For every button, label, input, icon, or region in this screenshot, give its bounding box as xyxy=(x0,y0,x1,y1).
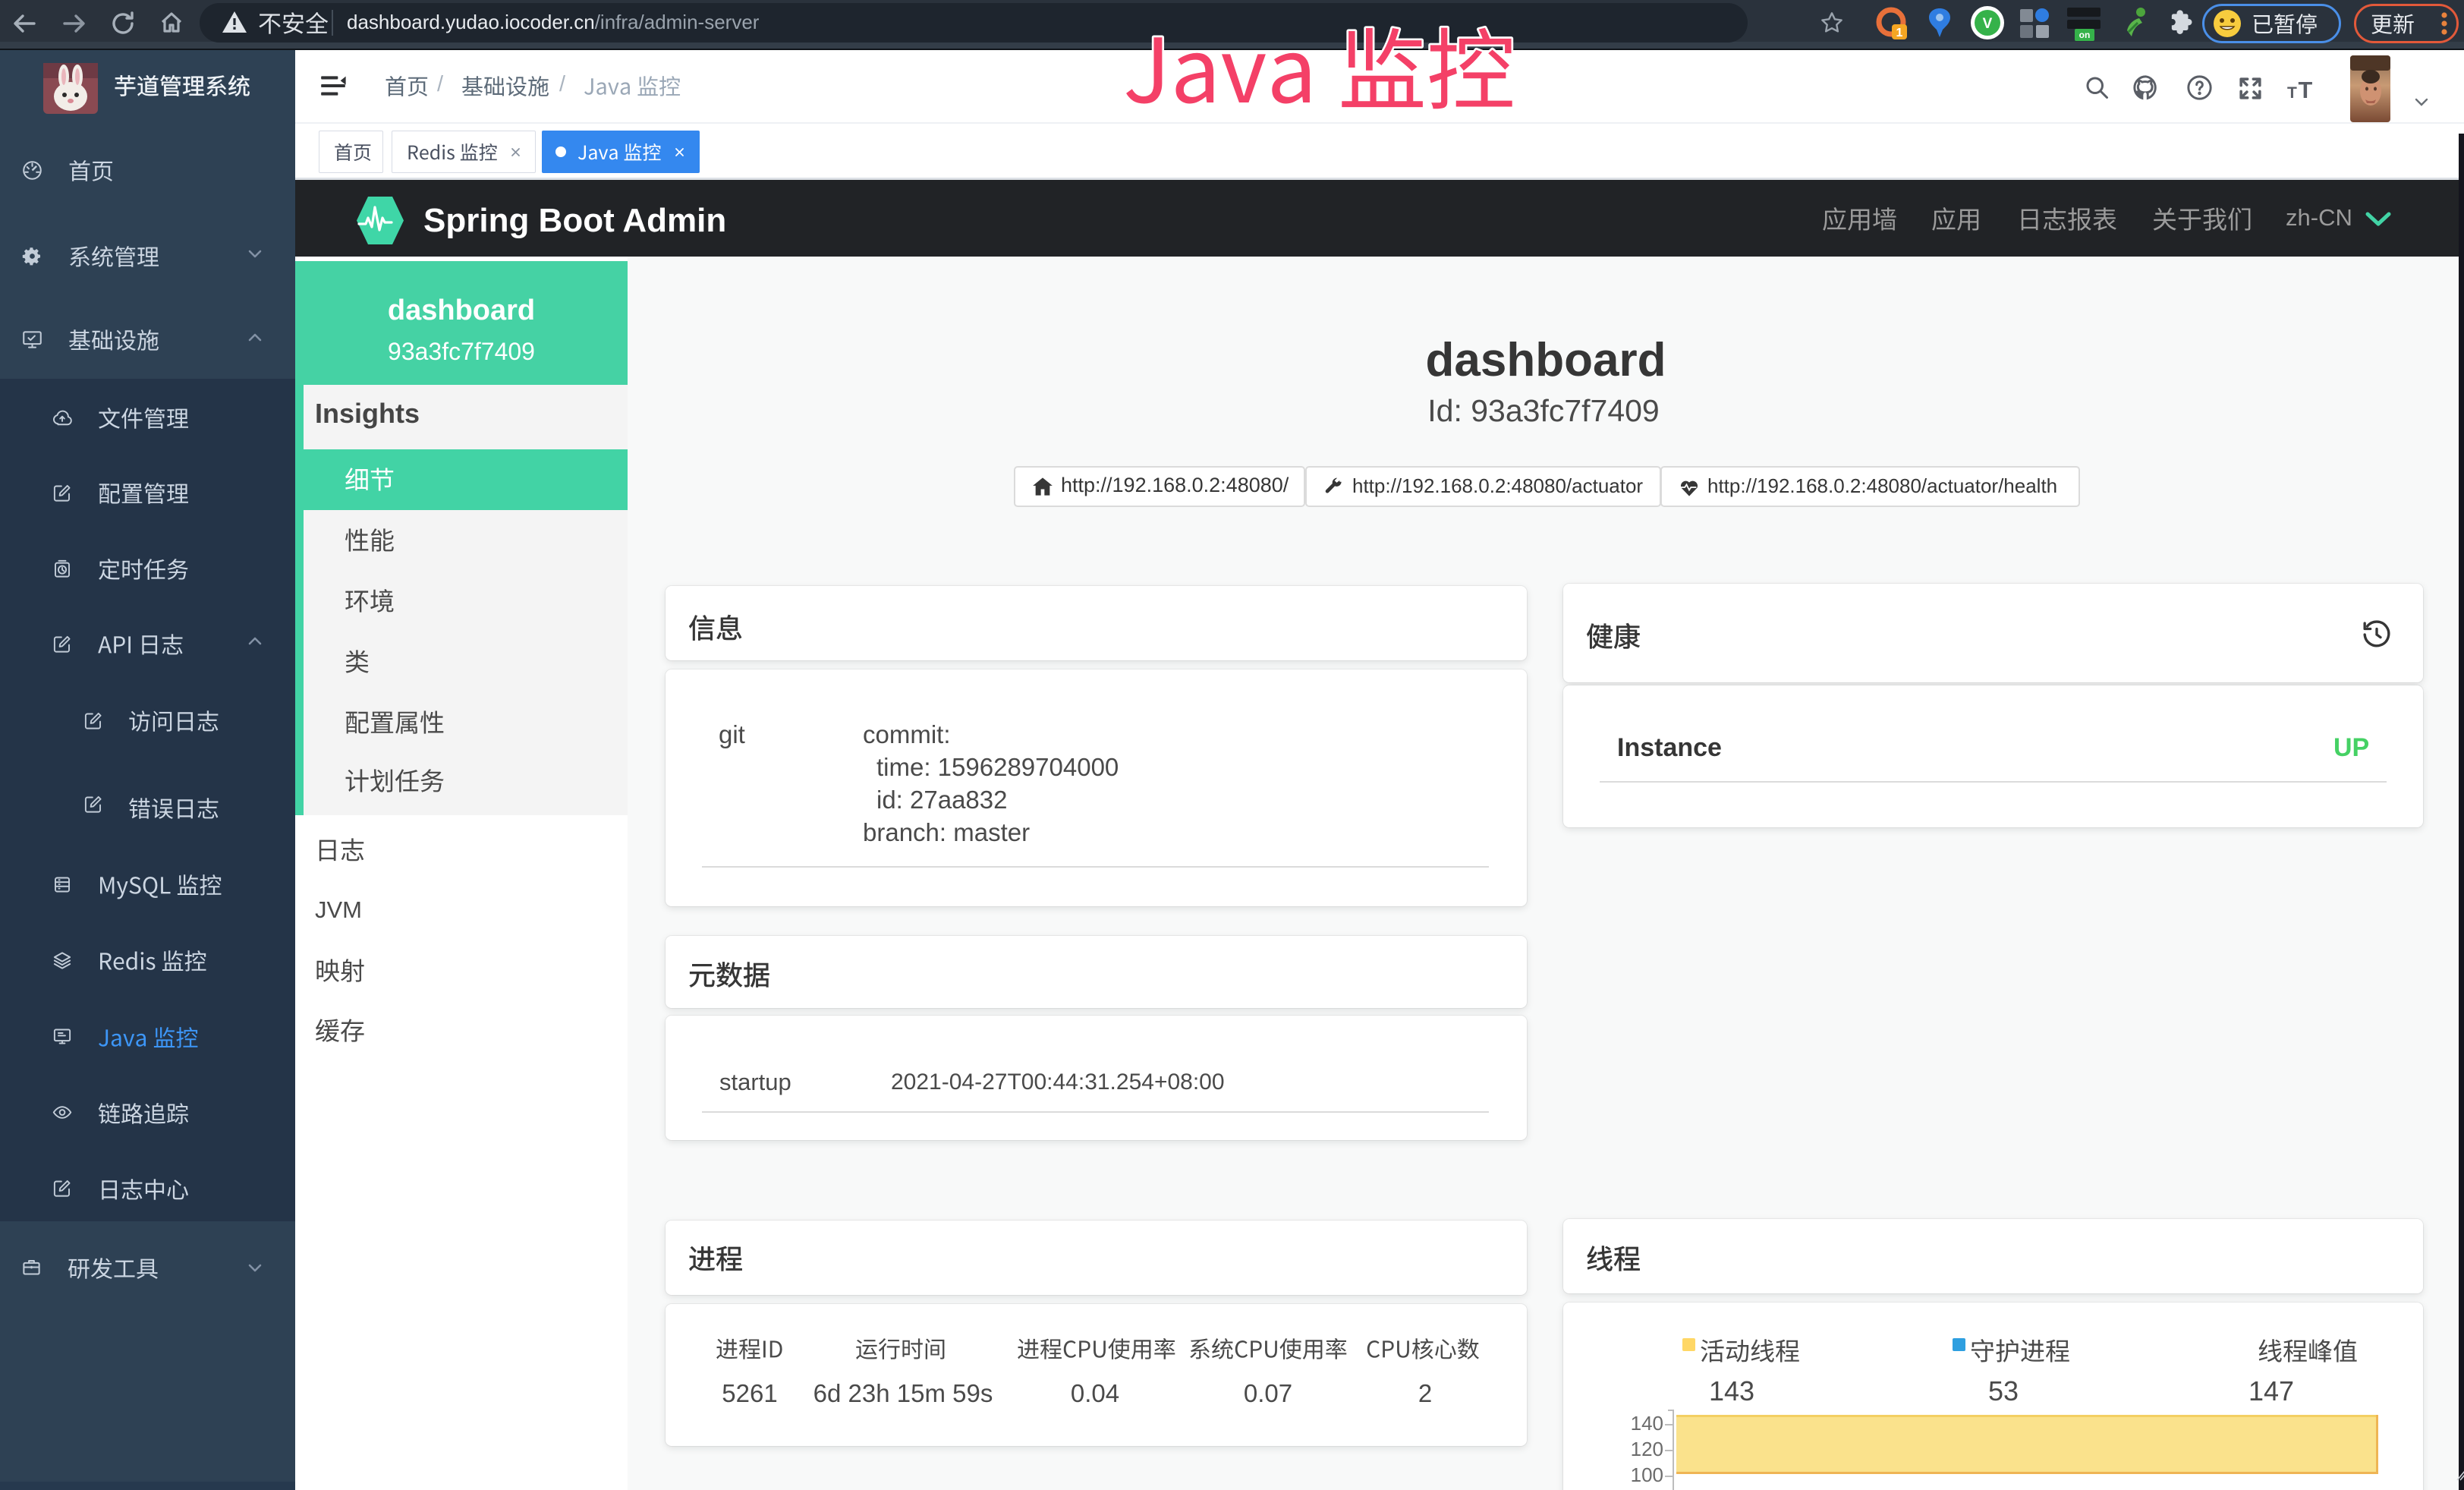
svg-text:T: T xyxy=(2299,77,2313,103)
svg-text:on: on xyxy=(2079,30,2091,40)
svg-text:V: V xyxy=(1983,16,1993,32)
svg-text:T: T xyxy=(2287,84,2297,102)
svg-text:1: 1 xyxy=(1896,27,1903,39)
